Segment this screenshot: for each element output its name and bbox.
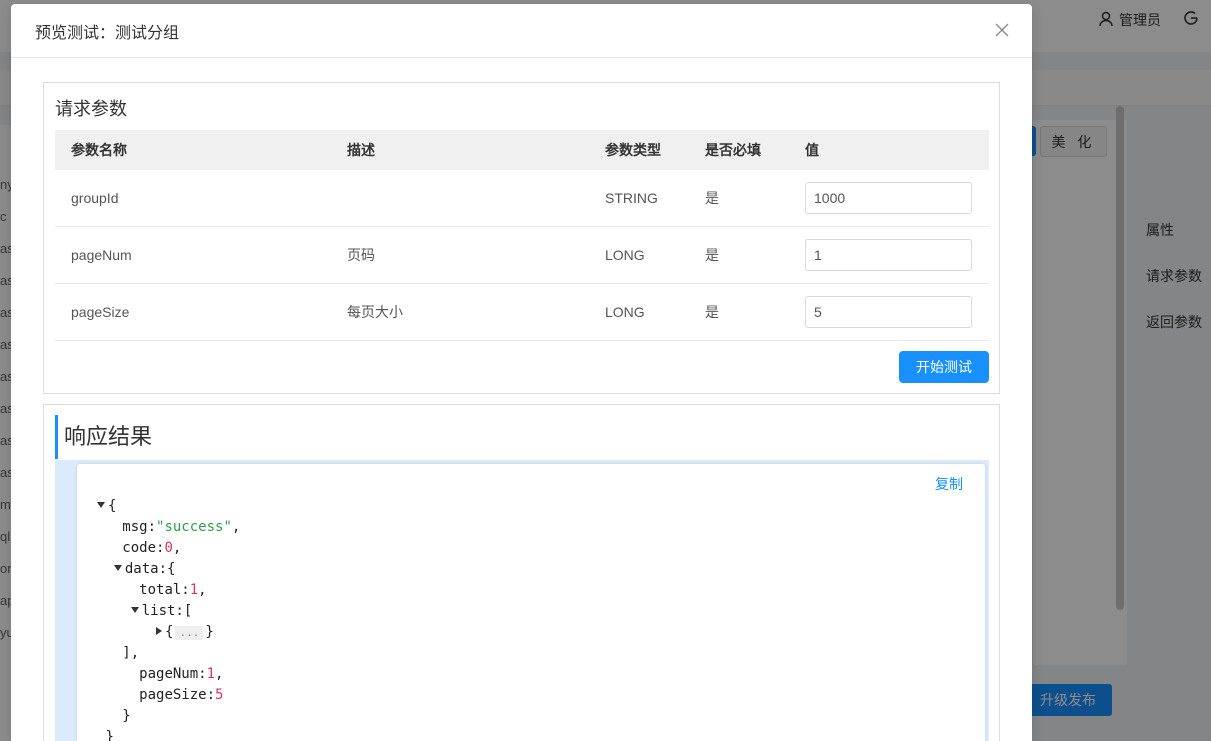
- param-type: STRING: [605, 190, 658, 206]
- start-test-button[interactable]: 开始测试: [899, 351, 989, 383]
- column-header-type: 参数类型: [605, 142, 661, 158]
- json-key: data:: [124, 561, 168, 577]
- json-key: pageNum:: [139, 666, 207, 682]
- json-brace: {: [108, 498, 117, 514]
- param-type: LONG: [605, 247, 645, 263]
- json-brace: }: [205, 624, 214, 640]
- json-number-value: 5: [215, 687, 224, 703]
- json-key: msg:: [122, 519, 157, 535]
- json-brace: {: [165, 624, 174, 640]
- response-title: 响应结果: [55, 415, 152, 459]
- collapse-toggle-icon[interactable]: [130, 607, 139, 613]
- json-number-value: 1: [189, 582, 199, 598]
- copy-link[interactable]: 复制: [935, 474, 963, 494]
- close-icon[interactable]: [992, 20, 1012, 40]
- json-bracket: [: [183, 603, 193, 619]
- param-desc: 每页大小: [347, 304, 403, 320]
- param-name: groupId: [71, 190, 119, 206]
- expand-toggle-icon[interactable]: [156, 627, 163, 635]
- response-wrapper: 复制 { msg:"success", code:0, data:{ total…: [55, 460, 989, 741]
- param-value-input[interactable]: [805, 182, 972, 214]
- table-header: 参数名称 描述 参数类型 是否必填 值: [55, 130, 989, 170]
- column-header-name: 参数名称: [71, 142, 127, 158]
- json-number-value: 0: [164, 540, 173, 556]
- response-section: 响应结果 复制 { msg:"success", code:0, data:{ …: [43, 404, 1000, 741]
- modal-header: 预览测试：测试分组: [11, 4, 1032, 58]
- table-row: groupId STRING 是: [55, 170, 989, 227]
- json-key: list:: [141, 603, 184, 619]
- json-tree: { msg:"success", code:0, data:{ total:1,…: [97, 496, 240, 741]
- preview-test-modal: 预览测试：测试分组 请求参数 参数名称 描述 参数类型 是否必填 值 group…: [11, 4, 1032, 741]
- request-params-section: 请求参数 参数名称 描述 参数类型 是否必填 值 groupId STRING …: [43, 82, 1000, 394]
- json-brace: }: [122, 708, 131, 724]
- json-bracket: ],: [122, 645, 140, 661]
- request-params-title: 请求参数: [55, 99, 127, 119]
- param-value-input[interactable]: [805, 239, 972, 271]
- column-header-required: 是否必填: [705, 142, 761, 158]
- collapsed-ellipsis[interactable]: ...: [175, 626, 204, 640]
- collapse-toggle-icon[interactable]: [113, 565, 122, 571]
- collapse-toggle-icon[interactable]: [97, 502, 105, 508]
- param-required: 是: [705, 247, 719, 263]
- table-row: pageNum 页码 LONG 是: [55, 227, 989, 284]
- param-desc: 页码: [347, 247, 375, 263]
- modal-title: 预览测试：测试分组: [35, 24, 180, 42]
- column-header-value: 值: [805, 142, 819, 158]
- json-brace: }: [105, 729, 114, 741]
- json-key: pageSize:: [139, 687, 216, 703]
- column-header-desc: 描述: [347, 142, 375, 158]
- json-number-value: 1: [206, 666, 216, 682]
- json-viewer: 复制 { msg:"success", code:0, data:{ total…: [77, 464, 985, 741]
- params-table: 参数名称 描述 参数类型 是否必填 值 groupId STRING 是 pag…: [55, 130, 989, 341]
- param-name: pageNum: [71, 247, 132, 263]
- json-string-value: "success": [156, 519, 232, 535]
- json-brace: {: [167, 561, 176, 577]
- table-row: pageSize 每页大小 LONG 是: [55, 284, 989, 341]
- json-key: code:: [122, 540, 165, 556]
- param-type: LONG: [605, 304, 645, 320]
- param-required: 是: [705, 304, 719, 320]
- json-key: total:: [139, 582, 190, 598]
- param-value-input[interactable]: [805, 296, 972, 328]
- param-required: 是: [705, 190, 719, 206]
- param-name: pageSize: [71, 304, 130, 320]
